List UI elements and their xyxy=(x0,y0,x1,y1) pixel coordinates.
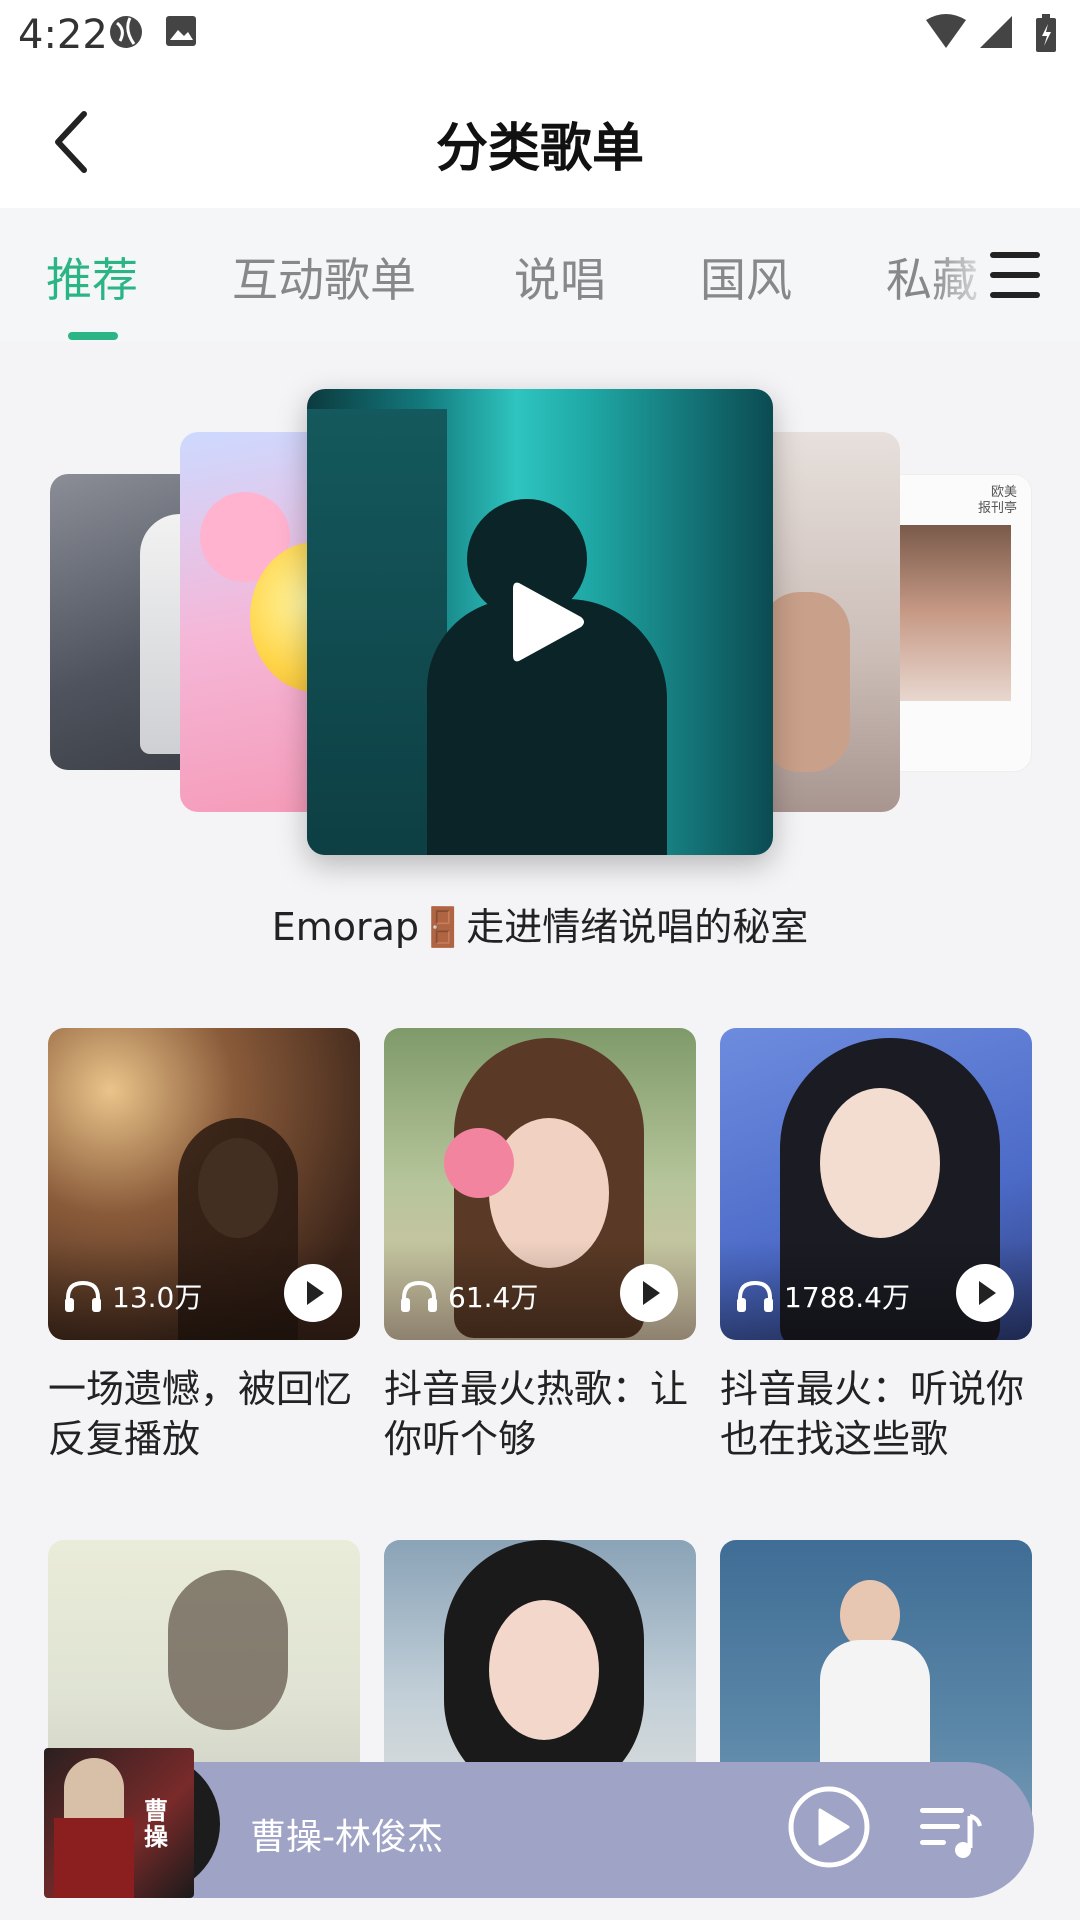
page-title: 分类歌单 xyxy=(435,119,644,179)
carousel-card-featured[interactable] xyxy=(307,389,773,855)
featured-carousel: 欧美 报刊亭 Emorap🚪走进情绪说唱的秘室 xyxy=(0,342,1080,972)
signal-icon xyxy=(980,16,1012,48)
headphone-icon xyxy=(737,1280,773,1312)
now-playing-cover[interactable]: 曹操 xyxy=(44,1748,194,1898)
play-icon[interactable] xyxy=(507,577,587,667)
playlist-cover[interactable]: 61.4万 xyxy=(384,1028,696,1340)
globe-icon xyxy=(110,16,142,48)
menu-icon[interactable] xyxy=(990,252,1040,298)
playlist-queue-icon[interactable] xyxy=(918,1802,984,1860)
wifi-icon xyxy=(926,14,966,48)
card-label: 欧美 报刊亭 xyxy=(977,485,1017,516)
tab-rap[interactable]: 说唱 xyxy=(514,244,606,310)
playlist-cover[interactable]: 1788.4万 xyxy=(720,1028,1032,1340)
playlist-cover[interactable]: 13.0万 xyxy=(48,1028,360,1340)
playlist-title[interactable]: 一场遗憾，被回忆反复播放 xyxy=(48,1364,360,1464)
category-tabs: 推荐 互动歌单 说唱 国风 私藏 xyxy=(0,208,1080,342)
image-icon xyxy=(166,16,196,46)
tab-guofeng[interactable]: 国风 xyxy=(700,244,792,310)
play-button[interactable] xyxy=(620,1264,678,1322)
status-bar: 4:22 xyxy=(0,0,1080,72)
cover-text: 曹操 xyxy=(144,1797,168,1851)
play-count: 13.0万 xyxy=(112,1281,203,1314)
tab-interactive[interactable]: 互动歌单 xyxy=(232,244,416,310)
play-button[interactable] xyxy=(284,1264,342,1322)
headphone-icon xyxy=(65,1280,101,1312)
headphone-icon xyxy=(401,1280,437,1312)
play-count: 1788.4万 xyxy=(784,1281,910,1314)
tab-recommend[interactable]: 推荐 xyxy=(46,244,138,310)
playlist-title[interactable]: 抖音最火：听说你也在找这些歌 xyxy=(720,1364,1032,1464)
tab-indicator xyxy=(68,332,118,340)
status-time: 4:22 xyxy=(18,12,108,58)
header: 分类歌单 xyxy=(0,72,1080,208)
playlist-title[interactable]: 抖音最火热歌：让你听个够 xyxy=(384,1364,696,1464)
play-count: 61.4万 xyxy=(448,1281,539,1314)
carousel-title[interactable]: Emorap🚪走进情绪说唱的秘室 xyxy=(0,896,1080,951)
playlist-card[interactable]: 61.4万 抖音最火热歌：让你听个够 xyxy=(384,1028,696,1464)
play-pause-icon[interactable] xyxy=(786,1784,872,1870)
now-playing-title[interactable]: 曹操-林俊杰 xyxy=(250,1808,443,1860)
play-button[interactable] xyxy=(956,1264,1014,1322)
playlist-card[interactable]: 13.0万 一场遗憾，被回忆反复播放 xyxy=(48,1028,360,1464)
playlist-card[interactable]: 1788.4万 抖音最火：听说你也在找这些歌 xyxy=(720,1028,1032,1464)
battery-icon xyxy=(1036,14,1056,52)
